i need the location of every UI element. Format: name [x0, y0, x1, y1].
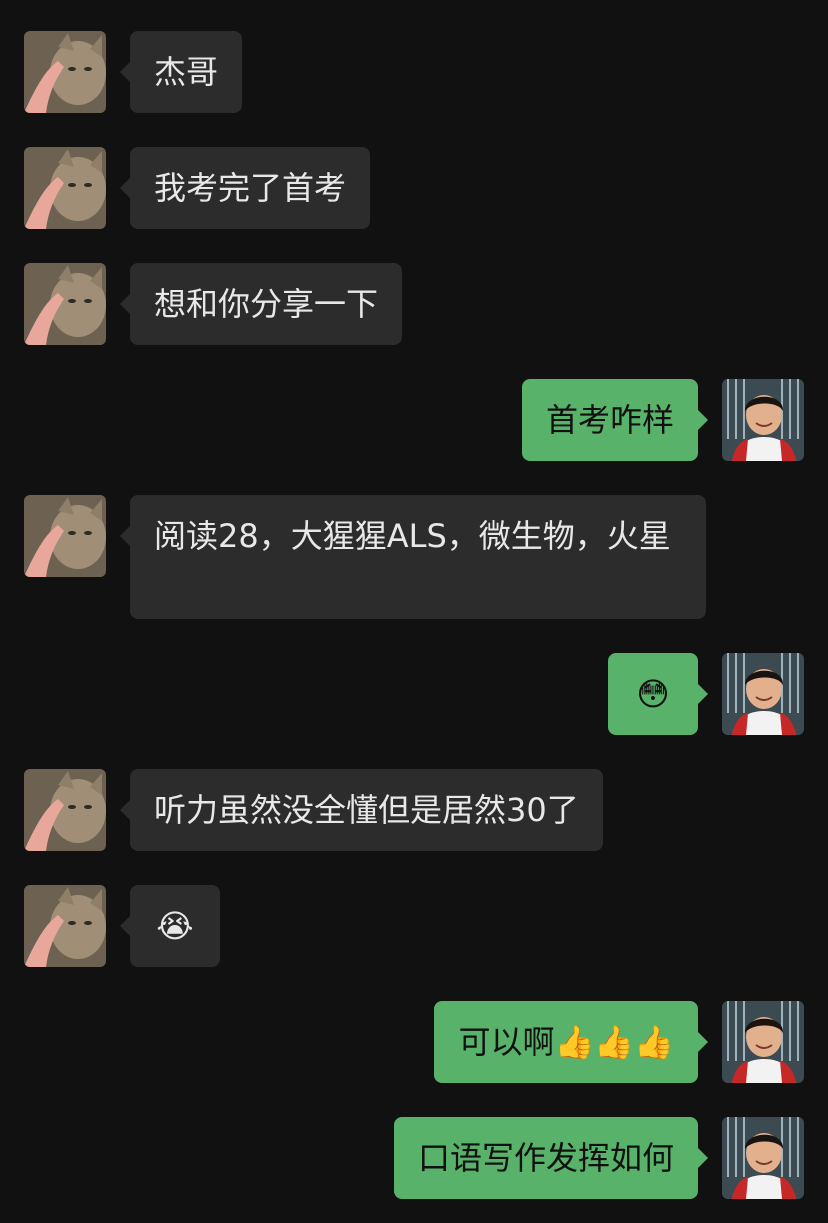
- message-bubble[interactable]: 可以啊👍👍👍: [434, 1001, 708, 1083]
- boy-avatar[interactable]: [722, 1117, 804, 1199]
- cat-avatar[interactable]: [24, 885, 106, 967]
- message-bubble[interactable]: 😳: [608, 653, 708, 735]
- message-bubble[interactable]: 听力虽然没全懂但是居然30了: [120, 769, 603, 851]
- message-bubble[interactable]: 首考咋样: [521, 379, 709, 461]
- boy-avatar[interactable]: [722, 653, 804, 735]
- message-bubble[interactable]: 想和你分享一下: [119, 263, 403, 345]
- message-text: 可以啊👍👍👍: [458, 1023, 674, 1061]
- crying-face-emoji: 😭: [156, 907, 194, 945]
- message-text: 我考完了首考: [154, 169, 347, 207]
- message-text: 想和你分享一下: [154, 285, 379, 323]
- cat-avatar[interactable]: [24, 263, 106, 345]
- message-bubble[interactable]: 杰哥: [119, 31, 243, 113]
- boy-avatar[interactable]: [722, 379, 804, 461]
- message-text: 听力虽然没全懂但是居然30了: [154, 791, 579, 829]
- cat-avatar[interactable]: [24, 769, 106, 851]
- message-text: 口语写作发挥如何: [417, 1139, 674, 1177]
- message-text: 杰哥: [154, 53, 219, 91]
- flushed-face-emoji: 😳: [636, 675, 670, 713]
- message-bubble[interactable]: 口语写作发挥如何: [393, 1117, 709, 1199]
- message-bubble[interactable]: 我考完了首考: [119, 147, 371, 229]
- cat-avatar[interactable]: [24, 31, 106, 113]
- cat-avatar[interactable]: [24, 147, 106, 229]
- boy-avatar[interactable]: [722, 1001, 804, 1083]
- message-bubble[interactable]: 😭: [120, 885, 220, 967]
- cat-avatar[interactable]: [24, 495, 106, 577]
- message-text: 阅读28，大猩猩ALS，微生物，火星: [154, 517, 671, 555]
- message-bubble[interactable]: 阅读28，大猩猩ALS，微生物，火星: [120, 495, 706, 619]
- message-text: 首考咋样: [545, 401, 674, 439]
